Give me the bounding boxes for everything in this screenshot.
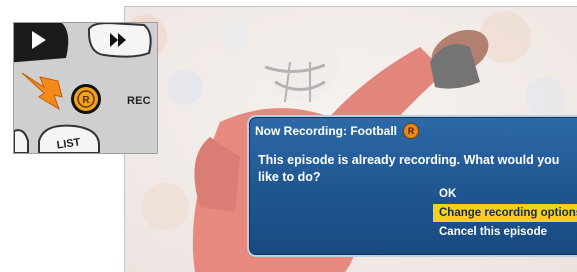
remote-control-inset: R LIST REC	[13, 22, 158, 154]
dialog-header: Now Recording: Football R	[255, 121, 419, 140]
option-change-recording-options[interactable]: Change recording options	[433, 204, 577, 222]
rec-label: REC	[127, 95, 151, 107]
dialog-options: OK Change recording options Cancel this …	[433, 185, 577, 242]
option-cancel-episode[interactable]: Cancel this episode	[433, 223, 577, 241]
recording-indicator-icon: R	[403, 122, 419, 139]
dialog-message: This episode is already recording. What …	[258, 153, 560, 184]
recording-dialog: Now Recording: Football R This episode i…	[247, 115, 577, 257]
dialog-title: Now Recording: Football	[255, 123, 397, 138]
option-ok[interactable]: OK	[433, 185, 577, 203]
rec-button-letter: R	[82, 95, 90, 106]
